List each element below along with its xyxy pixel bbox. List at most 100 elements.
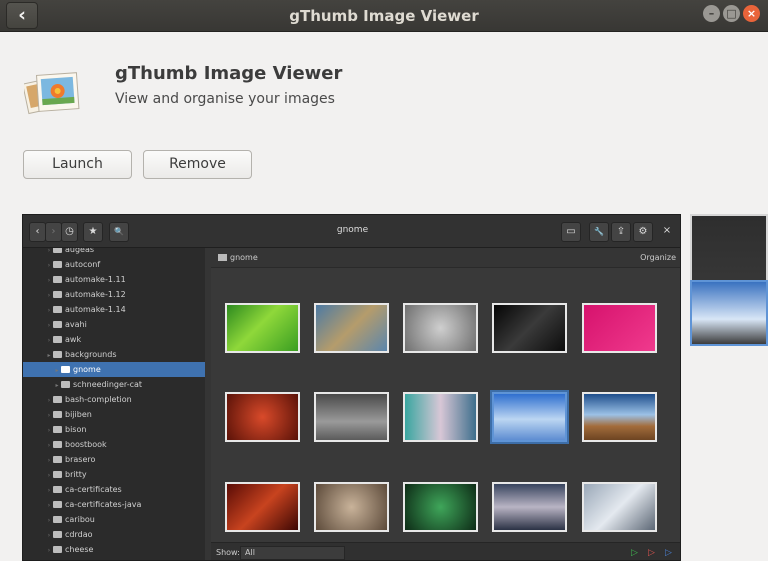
screenshot-tree-item: › cheese <box>23 542 205 557</box>
screenshot-thumbnail-blue-sky <box>492 392 567 442</box>
expander-arrow-icon: › <box>47 307 51 314</box>
screenshot-show-select: All <box>240 546 345 560</box>
screenshot-tree-item: › avahi <box>23 317 205 332</box>
screenshot-tree-item: › automake-1.14 <box>23 302 205 317</box>
folder-icon <box>61 381 70 388</box>
expander-arrow-icon: › <box>47 337 51 344</box>
screenshot-title: gnome <box>336 225 369 235</box>
tree-item-label: awk <box>65 335 82 344</box>
screenshot-tree-item: › augeas <box>23 248 205 257</box>
screenshot-tree-item: › autoconf <box>23 257 205 272</box>
folder-icon <box>53 291 62 298</box>
screenshot-thumbnail-desert-road <box>582 392 657 442</box>
gthumb-app-icon <box>24 72 80 115</box>
minimize-button[interactable]: – <box>703 5 720 22</box>
launch-button[interactable]: Launch <box>23 150 132 179</box>
screenshot-tree-item: › boostbook <box>23 437 205 452</box>
screenshot-organize-label: Organize <box>640 253 676 262</box>
app-name: gThumb Image Viewer <box>115 63 343 84</box>
folder-icon <box>53 516 62 523</box>
expander-arrow-icon: › <box>47 397 51 404</box>
expander-arrow-icon: › <box>47 292 51 299</box>
folder-icon <box>53 456 62 463</box>
tree-item-label: bijiben <box>65 410 92 419</box>
remove-button[interactable]: Remove <box>143 150 252 179</box>
screenshot-settings-icon: ⚙ <box>633 222 653 242</box>
expander-arrow-icon: ▸ <box>55 367 59 374</box>
folder-icon <box>53 336 62 343</box>
screenshot-browser-area: gnome Organize Show: All ▷ ▷ ▷ <box>211 248 680 560</box>
tree-item-label: automake-1.14 <box>65 305 126 314</box>
screenshot-green-arrow-icon: ▷ <box>631 548 638 558</box>
tree-item-label: ca-certificates <box>65 485 122 494</box>
window-title: gThumb Image Viewer <box>289 7 479 25</box>
tree-item-label: automake-1.11 <box>65 275 126 284</box>
tree-item-label: avahi <box>65 320 87 329</box>
screenshot-close-icon: × <box>662 225 672 236</box>
folder-icon <box>53 426 62 433</box>
screenshot-thumbnail-stones <box>314 392 389 442</box>
screenshot-tools-icon: 🔧 <box>589 222 609 242</box>
screenshot-thumbnail-aurora <box>403 392 478 442</box>
screenshot-tree-item: › brasero <box>23 452 205 467</box>
expander-arrow-icon: › <box>47 532 51 539</box>
tree-item-label: boostbook <box>65 440 107 449</box>
app-screenshot[interactable]: ‹ › ◷ ★ 🔍 gnome ▭ 🔧 ⇪ ⚙ × › augeas › autoco… <box>22 214 681 561</box>
tree-item-label: backgrounds <box>65 350 117 359</box>
tree-item-label: bison <box>65 425 87 434</box>
folder-icon <box>61 366 70 373</box>
expander-arrow-icon: › <box>47 442 51 449</box>
screenshot-location-bar: gnome Organize <box>211 248 680 268</box>
tree-item-label: augeas <box>65 248 95 254</box>
expander-arrow-icon: › <box>47 262 51 269</box>
screenshot-tree-item: › ca-certificates <box>23 482 205 497</box>
folder-icon <box>53 306 62 313</box>
screenshot-red-arrow-icon: ▷ <box>648 548 655 558</box>
folder-icon <box>53 546 62 553</box>
screenshot-thumbnail-dark-leaves <box>492 303 567 353</box>
screenshot-tree-item: › bash-completion <box>23 392 205 407</box>
folder-icon <box>53 351 62 358</box>
screenshot-tree-item: › cdrdao <box>23 527 205 542</box>
screenshot-tree-item: ▸ schneedinger-cat <box>23 377 205 392</box>
maximize-button[interactable]: □ <box>723 5 740 22</box>
screenshot-location-folder-icon <box>218 254 227 261</box>
screenshot-thumbnail-pink <box>582 303 657 353</box>
folder-icon <box>53 411 62 418</box>
tree-item-label: brasero <box>65 455 96 464</box>
screenshot-thumbnail-green-leaf <box>225 303 300 353</box>
screenshot-show-label: Show: <box>216 548 240 557</box>
folder-icon <box>53 261 62 268</box>
app-description: View and organise your images <box>115 91 335 107</box>
expander-arrow-icon: › <box>47 487 51 494</box>
strip-gthumb-screenshot-2[interactable] <box>690 280 768 346</box>
expander-arrow-icon: › <box>47 412 51 419</box>
folder-icon <box>53 531 62 538</box>
screenshot-thumbnail-green-glow <box>403 482 478 532</box>
expander-arrow-icon: ▸ <box>47 352 51 359</box>
tree-item-label: cheese <box>65 545 94 554</box>
screenshot-tree-item: › bison <box>23 422 205 437</box>
tree-item-label: gnome <box>73 365 101 374</box>
screenshot-statusbar: Show: All ▷ ▷ ▷ <box>211 542 680 560</box>
screenshot-thumbnail-dusk-beach <box>492 482 567 532</box>
expander-arrow-icon: › <box>47 502 51 509</box>
screenshot-location-label: gnome <box>230 253 258 262</box>
close-button[interactable]: × <box>743 5 760 22</box>
folder-icon <box>53 396 62 403</box>
screenshot-thumbnail-water-drops <box>403 303 478 353</box>
tree-item-label: autoconf <box>65 260 101 269</box>
screenshot-tree-item: › britty <box>23 467 205 482</box>
screenshot-thumbnail-pebbles <box>314 482 389 532</box>
screenshot-tree-item: ▸ gnome <box>23 362 205 377</box>
expander-arrow-icon: › <box>47 547 51 554</box>
expander-arrow-icon: › <box>47 517 51 524</box>
screenshot-tree-item: › automake-1.12 <box>23 287 205 302</box>
tree-item-label: bash-completion <box>65 395 132 404</box>
expander-arrow-icon: › <box>47 427 51 434</box>
screenshot-tree-item: ▸ backgrounds <box>23 347 205 362</box>
screenshot-thumbnail-red-berries <box>225 392 300 442</box>
screenshot-thumbnail-dandelion <box>314 303 389 353</box>
screenshot-view-icon: ▭ <box>561 222 581 242</box>
screenshot-headerbar: ‹ › ◷ ★ 🔍 gnome ▭ 🔧 ⇪ ⚙ × <box>23 215 680 248</box>
